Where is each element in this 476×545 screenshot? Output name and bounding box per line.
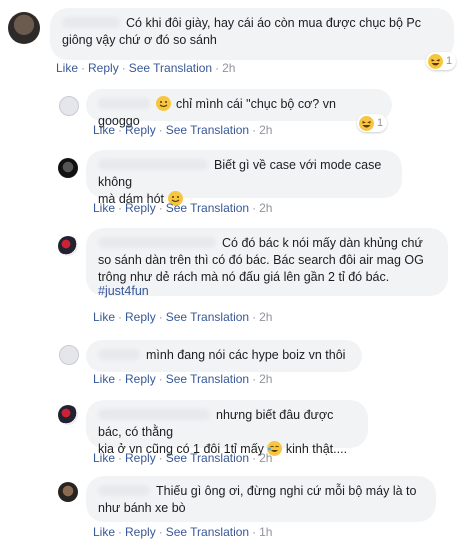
smile-emoji-icon (156, 96, 171, 111)
like-link[interactable]: Like (93, 123, 115, 137)
see-translation-link[interactable]: See Translation (166, 123, 249, 137)
avatar[interactable] (58, 158, 78, 178)
avatar[interactable] (58, 482, 78, 502)
like-link[interactable]: Like (56, 61, 78, 75)
comment-time[interactable]: 2h (259, 201, 272, 215)
comment-time[interactable]: 2h (259, 451, 272, 465)
comment-actions: Like · Reply · See Translation · 2h (56, 61, 236, 75)
reaction-counter[interactable]: 1 (357, 114, 388, 132)
comment-bubble: Biết gì về case với mode case không mà d… (86, 150, 402, 206)
see-translation-link[interactable]: See Translation (166, 372, 249, 386)
comment-bubble: Thiếu gì ông ơi, đừng nghi cứ mỗi bộ máy… (86, 476, 436, 522)
reply-link[interactable]: Reply (125, 123, 156, 137)
reply-link[interactable]: Reply (125, 310, 156, 324)
like-link[interactable]: Like (93, 201, 115, 215)
comment-bubble: chỉ mình cái "chục bộ cơ? vn googgo (86, 89, 392, 128)
like-link[interactable]: Like (93, 310, 115, 324)
comment-text-line: giông vậy chứ ơ đó so sánh (62, 33, 217, 47)
see-translation-link[interactable]: See Translation (166, 201, 249, 215)
see-translation-link[interactable]: See Translation (166, 451, 249, 465)
reaction-count: 1 (446, 55, 453, 67)
avatar[interactable] (8, 12, 40, 44)
hashtag-link[interactable]: #just4fun (98, 284, 149, 298)
like-link[interactable]: Like (93, 451, 115, 465)
avatar[interactable] (58, 405, 78, 425)
comment-actions: Like · Reply · See Translation · 2h (93, 310, 273, 324)
see-translation-link[interactable]: See Translation (166, 525, 249, 539)
avatar[interactable] (58, 236, 78, 256)
avatar[interactable] (59, 96, 79, 116)
like-link[interactable]: Like (93, 525, 115, 539)
comment-bubble: mình đang nói các hype boiz vn thôi (86, 340, 362, 372)
reaction-count: 1 (377, 117, 384, 129)
comment-time[interactable]: 2h (259, 372, 272, 386)
comment-text-line: so sánh dàn trên thì có đó bác. Bác sear… (98, 253, 424, 267)
reply-link[interactable]: Reply (125, 451, 156, 465)
comment-time[interactable]: 2h (259, 123, 272, 137)
reply-link[interactable]: Reply (125, 201, 156, 215)
laugh-emoji-icon (359, 115, 374, 131)
comment-actions: Like · Reply · See Translation · 1h (93, 525, 273, 539)
reply-link[interactable]: Reply (125, 525, 156, 539)
like-link[interactable]: Like (93, 372, 115, 386)
comment-time[interactable]: 2h (259, 310, 272, 324)
comment-text-line: mình đang nói các hype boiz vn thôi (146, 348, 346, 362)
comment-actions: Like · Reply · See Translation · 2h (93, 201, 273, 215)
comment-bubble: nhưng biết đâu được bác, có thằng kia ở … (86, 400, 368, 456)
comment-text-line: kinh thật.... (285, 442, 348, 456)
comment-text-line: như bánh xe bò (98, 501, 186, 515)
comment-actions: Like · Reply · See Translation · 2h (93, 372, 273, 386)
laugh-emoji-icon (428, 53, 443, 69)
see-translation-link[interactable]: See Translation (166, 310, 249, 324)
hashtag-line: #just4fun (86, 283, 196, 303)
comment-bubble: Có khi đôi giày, hay cái áo còn mua được… (50, 8, 454, 60)
avatar[interactable] (59, 345, 79, 365)
comment-text-line: Có khi đôi giày, hay cái áo còn mua được… (126, 16, 421, 30)
comment-text-line: Thiếu gì ông ơi, đừng nghi cứ mỗi bộ máy… (156, 484, 417, 498)
comment-actions: Like · Reply · See Translation · 2h (93, 123, 273, 137)
reply-link[interactable]: Reply (88, 61, 119, 75)
comment-time[interactable]: 1h (259, 525, 272, 539)
reply-link[interactable]: Reply (125, 372, 156, 386)
comment-text-line: Có đó bác k nói mấy dàn khủng chứ (222, 236, 423, 250)
comment-actions: Like · Reply · See Translation · 2h (93, 451, 273, 465)
comment-time[interactable]: 2h (222, 61, 235, 75)
see-translation-link[interactable]: See Translation (129, 61, 212, 75)
reaction-counter[interactable]: 1 (426, 52, 457, 70)
